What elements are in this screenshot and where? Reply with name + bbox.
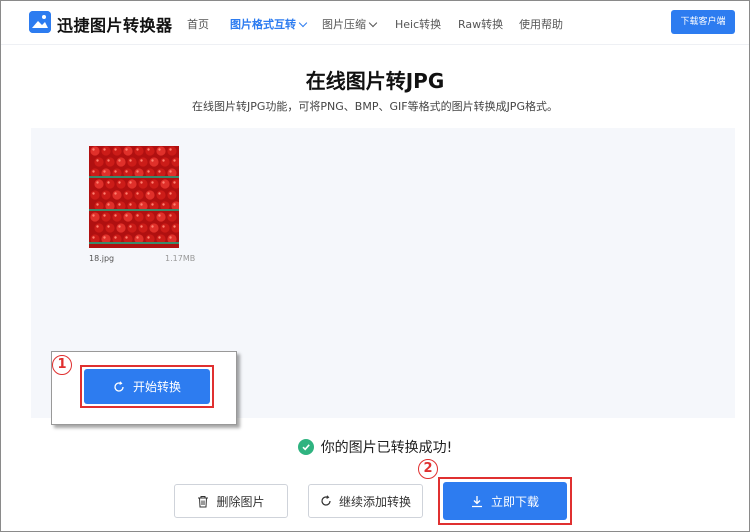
nav-format-convert[interactable]: 图片格式互转 [230, 16, 308, 32]
nav-home[interactable]: 首页 [187, 16, 209, 32]
top-nav: 迅捷图片转换器 首页 图片格式互转 图片压缩 Heic转换 Raw转换 使用帮助… [1, 1, 749, 45]
delete-image-label: 删除图片 [216, 494, 265, 509]
start-convert-button[interactable]: 开始转换 [84, 369, 210, 404]
success-check-icon [297, 439, 314, 455]
step1-badge: 1 [52, 355, 72, 375]
download-client-button[interactable]: 下载客户端 [671, 10, 735, 34]
trash-icon [197, 495, 209, 508]
refresh-icon [113, 380, 125, 393]
brand-name[interactable]: 迅捷图片转换器 [57, 12, 173, 36]
file-name: 18.jpg [89, 254, 115, 263]
chevron-down-icon [298, 18, 308, 28]
success-message: 你的图片已转换成功! [320, 440, 453, 456]
nav-heic-convert[interactable]: Heic转换 [395, 16, 441, 32]
download-now-button[interactable]: 立即下载 [443, 482, 567, 520]
nav-image-compress[interactable]: 图片压缩 [322, 16, 378, 32]
nav-raw-convert[interactable]: Raw转换 [458, 16, 503, 32]
page-subtitle: 在线图片转JPG功能，可将PNG、BMP、GIF等格式的图片转换成JPG格式。 [192, 100, 558, 113]
sync-icon [320, 495, 332, 507]
file-thumbnail[interactable] [89, 146, 179, 248]
app-logo-icon[interactable] [29, 11, 51, 33]
download-icon [471, 495, 483, 508]
success-message-row: 你的图片已转换成功! [1, 437, 749, 457]
continue-add-button[interactable]: 继续添加转换 [308, 484, 423, 518]
chevron-down-icon [368, 18, 378, 28]
continue-add-label: 继续添加转换 [338, 494, 411, 509]
delete-image-button[interactable]: 删除图片 [174, 484, 288, 518]
start-convert-label: 开始转换 [132, 380, 181, 394]
download-now-label: 立即下载 [490, 494, 539, 509]
file-size: 1.17MB [165, 254, 196, 263]
page-title: 在线图片转JPG [305, 69, 445, 93]
step2-badge: 2 [418, 459, 438, 479]
nav-help[interactable]: 使用帮助 [519, 16, 563, 32]
